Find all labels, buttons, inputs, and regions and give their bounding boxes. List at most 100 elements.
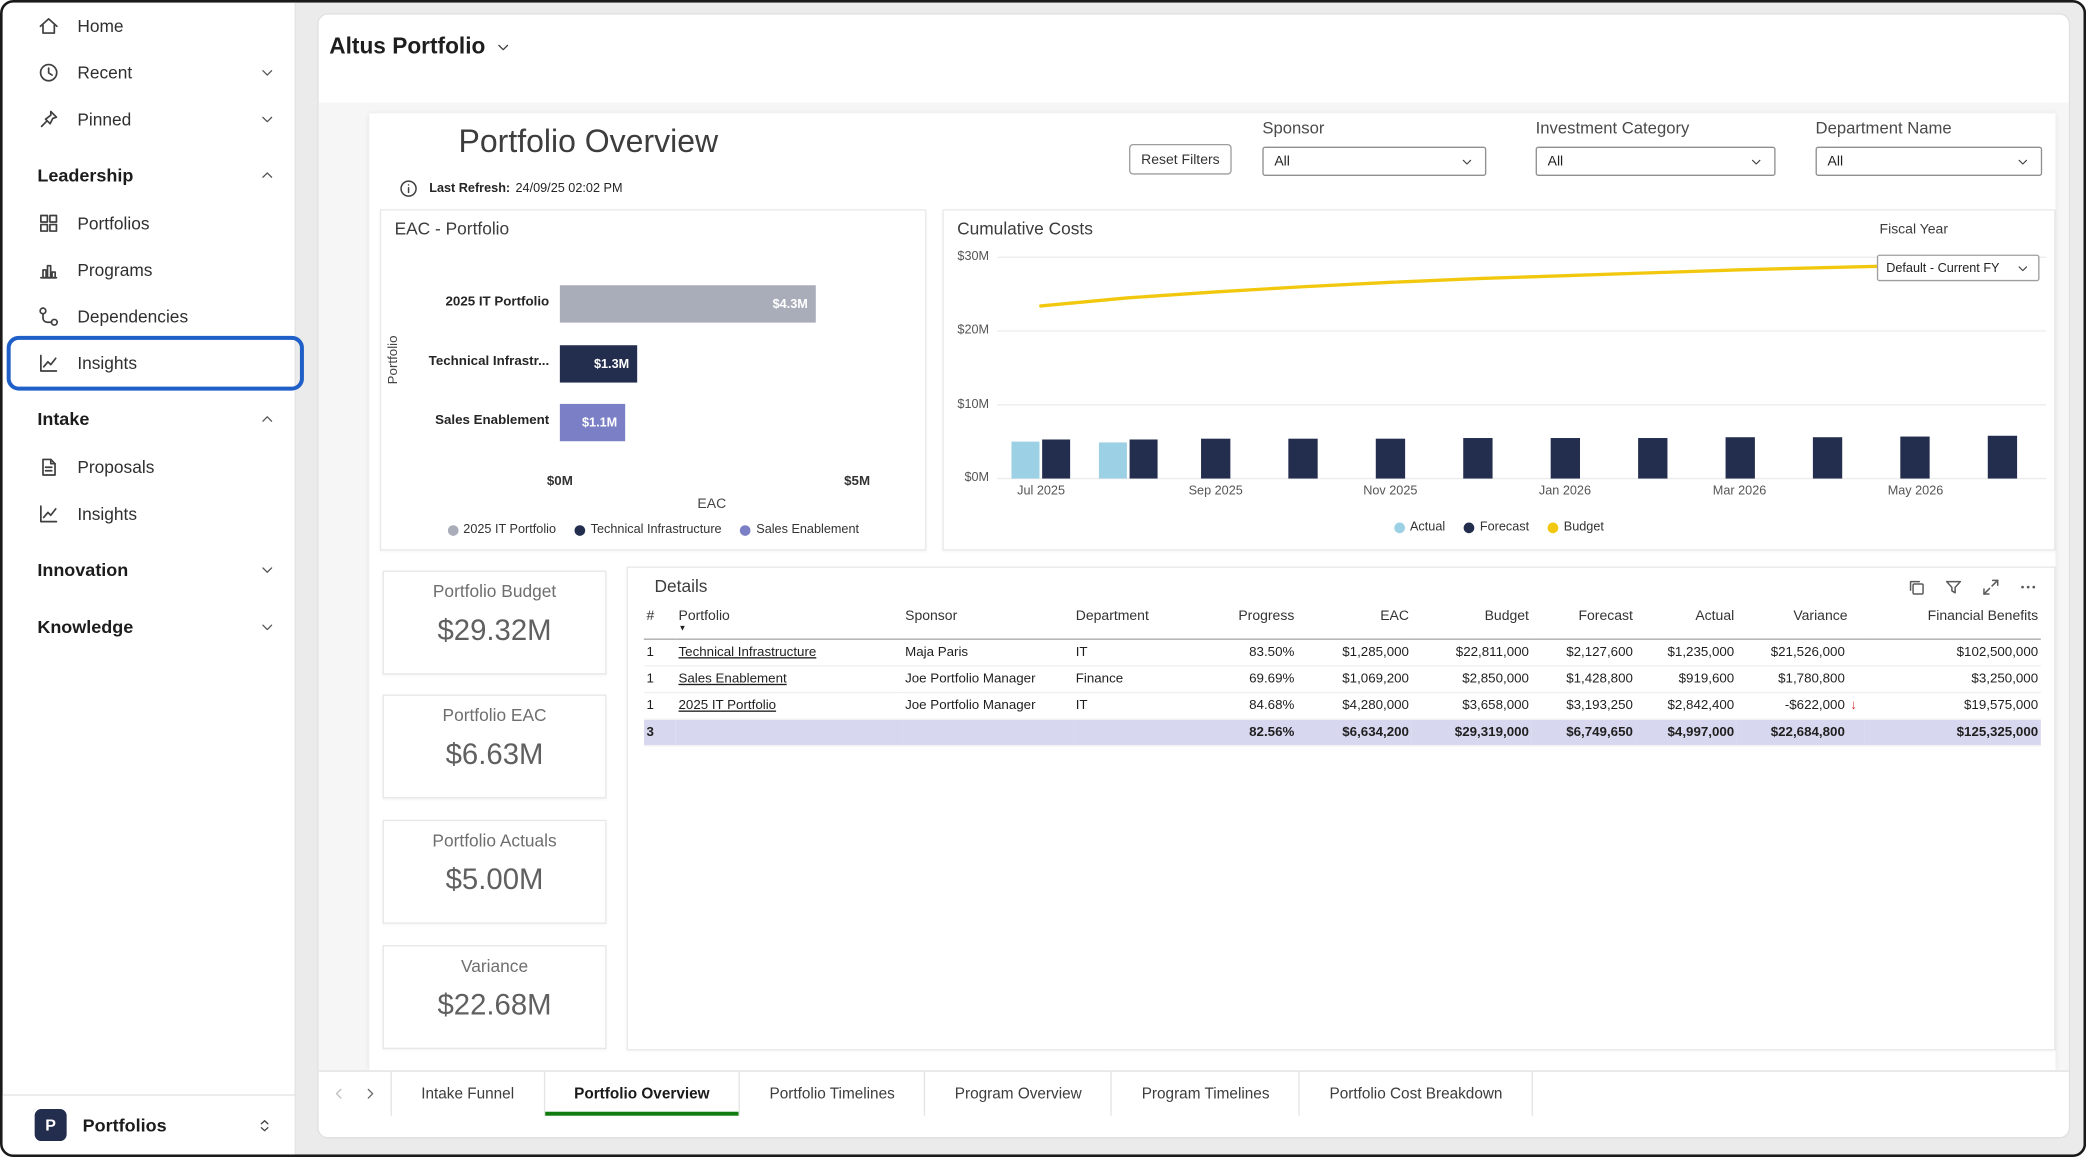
filter-department-name-dropdown[interactable]: All [1816, 147, 2043, 176]
column-header-variance[interactable]: Variance [1737, 605, 1865, 639]
column-header-sponsor[interactable]: Sponsor [902, 605, 1073, 639]
details-table: #Portfolio▼SponsorDepartmentProgressEACB… [644, 605, 2041, 746]
forecast-bar[interactable] [1288, 439, 1317, 479]
tab-portfolio-timelines[interactable]: Portfolio Timelines [740, 1072, 925, 1116]
table-row[interactable]: 1Technical InfrastructureMaja ParisIT83.… [644, 639, 2041, 666]
filter-investment-category-dropdown[interactable]: All [1536, 147, 1776, 176]
eac-portfolio-plot: Portfolio2025 IT Portfolio$4.3MTechnical… [381, 211, 925, 550]
column-header-progress[interactable]: Progress [1193, 605, 1297, 639]
eac-legend: 2025 IT PortfolioTechnical Infrastructur… [381, 523, 925, 538]
sidebar-item-recent[interactable]: Recent [3, 49, 295, 96]
eac-portfolio-chart-panel: EAC - Portfolio Portfolio2025 IT Portfol… [380, 209, 927, 550]
sidebar-top-nav: HomeRecentPinned [3, 3, 295, 143]
variance-down-arrow-icon: ↓ [1845, 698, 1862, 713]
sidebar-section-knowledge[interactable]: Knowledge [3, 601, 295, 652]
tab-program-overview[interactable]: Program Overview [925, 1072, 1112, 1116]
page-title[interactable]: Altus Portfolio [329, 33, 512, 60]
portfolios-badge: P [35, 1109, 67, 1141]
sidebar-section-intake[interactable]: Intake [3, 393, 295, 444]
column-header-department[interactable]: Department [1073, 605, 1193, 639]
x-tick-label: Nov 2025 [1346, 484, 1434, 499]
actual-bar[interactable] [1099, 442, 1127, 478]
chevron-up-icon [259, 166, 276, 183]
forecast-bar[interactable] [1813, 437, 1842, 478]
programs-icon [37, 259, 60, 282]
portfolio-link[interactable]: Sales Enablement [678, 672, 786, 687]
column-header-num[interactable]: # [644, 605, 676, 639]
forecast-bar[interactable] [1900, 437, 1929, 479]
tabs-scroll-left-icon[interactable] [331, 1085, 348, 1102]
column-header-forecast[interactable]: Forecast [1532, 605, 1636, 639]
kpi-label: Portfolio Budget [384, 581, 605, 601]
portfolio-link[interactable]: 2025 IT Portfolio [678, 698, 776, 713]
bar-sales-enablement[interactable]: $1.1M [560, 404, 625, 441]
sort-desc-icon: ▼ [678, 624, 899, 637]
y-tick-label: $20M [944, 323, 989, 338]
chevron-down-icon [259, 64, 276, 81]
tab-portfolio-overview[interactable]: Portfolio Overview [545, 1072, 740, 1116]
table-row[interactable]: 1Sales EnablementJoe Portfolio ManagerFi… [644, 666, 2041, 693]
tab-intake-funnel[interactable]: Intake Funnel [391, 1072, 545, 1116]
kpi-value: $5.00M [384, 862, 605, 897]
more-options-icon[interactable] [2018, 577, 2038, 597]
sidebar-section-innovation[interactable]: Innovation [3, 544, 295, 595]
kpi-card-portfolio-eac[interactable]: Portfolio EAC$6.63M [383, 694, 607, 798]
column-header-budget[interactable]: Budget [1412, 605, 1532, 639]
portfolio-link[interactable]: Technical Infrastructure [678, 645, 816, 660]
column-header-actual[interactable]: Actual [1636, 605, 1737, 639]
x-tick-label: $0M [533, 475, 586, 490]
sidebar-item-label: Insights [77, 504, 276, 524]
forecast-bar[interactable] [1130, 439, 1158, 478]
sidebar-item-dependencies[interactable]: Dependencies [3, 293, 295, 340]
sidebar-section-leadership[interactable]: Leadership [3, 149, 295, 200]
forecast-bar[interactable] [1726, 437, 1755, 478]
column-header-financial-benefits[interactable]: Financial Benefits [1865, 605, 2041, 639]
sidebar-item-insights[interactable]: Insights [3, 340, 295, 387]
column-header-eac[interactable]: EAC [1297, 605, 1412, 639]
forecast-bar[interactable] [1551, 438, 1580, 479]
table-row[interactable]: 12025 IT PortfolioJoe Portfolio ManagerI… [644, 692, 2041, 719]
sidebar-item-pinned[interactable]: Pinned [3, 96, 295, 143]
report-tabs: Intake FunnelPortfolio OverviewPortfolio… [391, 1072, 1534, 1116]
kpi-card-portfolio-actuals[interactable]: Portfolio Actuals $5.00M [383, 820, 607, 924]
sidebar-item-programs[interactable]: Programs [3, 247, 295, 294]
actual-bar[interactable] [1011, 442, 1039, 479]
x-tick-label: Sep 2025 [1172, 484, 1260, 499]
focus-mode-icon[interactable] [1981, 577, 2001, 597]
sidebar-item-home[interactable]: Home [3, 3, 295, 50]
sidebar-item-portfolios[interactable]: Portfolios [3, 200, 295, 247]
expand-collapse-selector-icon[interactable] [256, 1116, 273, 1133]
fiscal-year-dropdown[interactable]: Default - Current FY [1877, 255, 2040, 282]
bar-2025-it-portfolio[interactable]: $4.3M [560, 285, 816, 322]
forecast-bar[interactable] [1988, 436, 2017, 479]
kpi-label: Portfolio Actuals [384, 830, 605, 850]
tab-portfolio-cost-breakdown[interactable]: Portfolio Cost Breakdown [1300, 1072, 1533, 1116]
sidebar-footer-portfolios[interactable]: P Portfolios [3, 1094, 295, 1154]
kpi-card-variance[interactable]: Variance$22.68M [383, 945, 607, 1049]
filter-sponsor-dropdown[interactable]: All [1262, 147, 1486, 176]
details-table-panel: Details #Portfolio▼SponsorDepartmentProg… [627, 567, 2056, 1051]
filter-icon[interactable] [1944, 577, 1964, 597]
copy-icon[interactable] [1906, 577, 1926, 597]
tabs-scroll-right-icon[interactable] [361, 1085, 378, 1102]
tab-program-timelines[interactable]: Program Timelines [1112, 1072, 1300, 1116]
forecast-bar[interactable] [1463, 438, 1492, 479]
info-icon[interactable] [399, 179, 419, 199]
sidebar-item-insights[interactable]: Insights [3, 491, 295, 538]
budget-line[interactable] [1041, 262, 2003, 305]
report-title: Portfolio Overview [459, 124, 719, 161]
kpi-value: $6.63M [384, 737, 605, 772]
chevron-down-icon [1460, 154, 1475, 169]
tab-scroll-controls [319, 1072, 391, 1116]
proposals-icon [37, 456, 60, 479]
chevron-down-icon[interactable] [495, 38, 512, 55]
forecast-bar[interactable] [1638, 438, 1667, 479]
sidebar-item-proposals[interactable]: Proposals [3, 444, 295, 491]
bar-technical-infrastr[interactable]: $1.3M [560, 345, 637, 382]
column-header-portfolio[interactable]: Portfolio▼ [676, 605, 903, 639]
reset-filters-button[interactable]: Reset Filters [1129, 144, 1232, 175]
kpi-card-portfolio-budget[interactable]: Portfolio Budget$29.32M [383, 571, 607, 675]
forecast-bar[interactable] [1042, 439, 1070, 478]
forecast-bar[interactable] [1376, 439, 1405, 479]
forecast-bar[interactable] [1201, 439, 1230, 479]
